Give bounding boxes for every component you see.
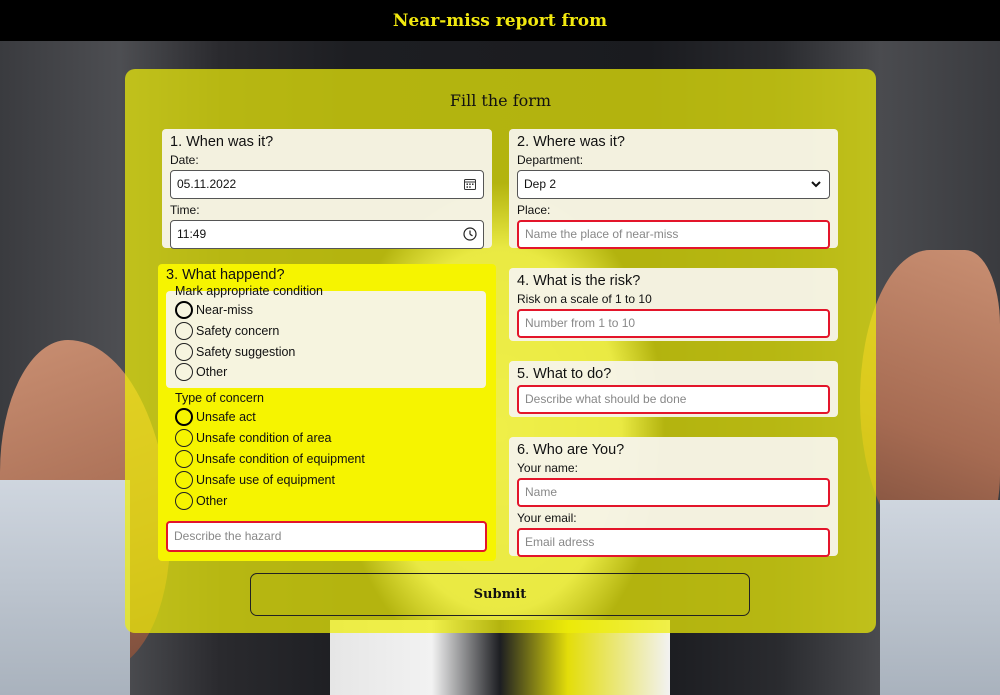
radio-label: Near-miss — [196, 303, 253, 317]
radio-option-unsafe-use[interactable]: Unsafe use of equipment — [175, 470, 335, 490]
radio-label: Safety suggestion — [196, 345, 296, 359]
place-input[interactable]: Name the place of near-miss — [517, 220, 830, 249]
radio-label: Unsafe act — [196, 410, 256, 424]
time-label: Time: — [170, 203, 200, 217]
page-header: Near-miss report from — [0, 0, 1000, 41]
submit-button[interactable]: Submit — [250, 573, 750, 616]
department-label: Department: — [517, 153, 584, 167]
hazard-placeholder: Describe the hazard — [174, 529, 282, 543]
radio-label: Unsafe condition of area — [196, 431, 332, 445]
date-label: Date: — [170, 153, 199, 167]
todo-heading: 5. What to do? — [517, 366, 612, 382]
concern-label: Type of concern — [175, 391, 264, 405]
department-select[interactable]: Dep 2 — [517, 170, 830, 199]
email-placeholder: Email adress — [525, 535, 595, 549]
who-heading: 6. Who are You? — [517, 442, 625, 458]
email-label: Your email: — [517, 511, 577, 525]
name-input[interactable]: Name — [517, 478, 830, 507]
what-happened-heading: 3. What happend? — [166, 267, 285, 283]
radio-label: Other — [196, 494, 228, 508]
radio-button[interactable] — [175, 450, 193, 468]
condition-label: Mark appropriate condition — [175, 284, 323, 298]
radio-option-near-miss[interactable]: Near-miss — [175, 300, 253, 320]
radio-label: Unsafe condition of equipment — [196, 452, 365, 466]
name-label: Your name: — [517, 461, 578, 475]
radio-option-other-condition[interactable]: Other — [175, 362, 227, 382]
when-card: 1. When was it? Date: 05.11.2022 Time: 1… — [162, 129, 492, 249]
email-input[interactable]: Email adress — [517, 528, 830, 557]
background-sleeve-right — [880, 500, 1000, 695]
radio-option-safety-suggestion[interactable]: Safety suggestion — [175, 342, 295, 362]
todo-card: 5. What to do? Describe what should be d… — [509, 361, 838, 417]
form-title: Fill the form — [449, 91, 552, 110]
radio-label: Unsafe use of equipment — [196, 473, 335, 487]
calendar-icon[interactable] — [463, 177, 477, 191]
time-input[interactable]: 11:49 — [170, 220, 484, 249]
risk-input[interactable]: Number from 1 to 10 — [517, 309, 830, 338]
page-title: Near-miss report from — [392, 10, 608, 31]
radio-button[interactable] — [175, 301, 193, 319]
date-value: 05.11.2022 — [177, 177, 237, 191]
radio-label: Safety concern — [196, 324, 280, 338]
radio-option-other-concern[interactable]: Other — [175, 491, 227, 511]
when-heading: 1. When was it? — [170, 134, 274, 150]
radio-button[interactable] — [175, 322, 193, 340]
what-happened-card: 3. What happend? Mark appropriate condit… — [158, 264, 496, 561]
radio-button[interactable] — [175, 429, 193, 447]
radio-button[interactable] — [175, 471, 193, 489]
background-sleeve-left — [0, 480, 130, 695]
hazard-input[interactable]: Describe the hazard — [166, 521, 487, 552]
date-input[interactable]: 05.11.2022 — [170, 170, 484, 199]
radio-button[interactable] — [175, 408, 193, 426]
time-value: 11:49 — [177, 227, 207, 241]
radio-button[interactable] — [175, 343, 193, 361]
risk-placeholder: Number from 1 to 10 — [525, 316, 636, 330]
chevron-down-icon — [811, 181, 821, 188]
risk-heading: 4. What is the risk? — [517, 273, 641, 289]
radio-option-unsafe-area[interactable]: Unsafe condition of area — [175, 428, 332, 448]
radio-option-unsafe-act[interactable]: Unsafe act — [175, 407, 256, 427]
where-heading: 2. Where was it? — [517, 134, 625, 150]
place-placeholder: Name the place of near-miss — [525, 227, 679, 241]
where-card: 2. Where was it? Department: Dep 2 Place… — [509, 129, 838, 249]
who-card: 6. Who are You? Your name: Name Your ema… — [509, 437, 838, 557]
risk-card: 4. What is the risk? Risk on a scale of … — [509, 268, 838, 341]
todo-placeholder: Describe what should be done — [525, 392, 687, 406]
radio-option-safety-concern[interactable]: Safety concern — [175, 321, 279, 341]
radio-label: Other — [196, 365, 228, 379]
radio-button[interactable] — [175, 363, 193, 381]
name-placeholder: Name — [525, 485, 558, 499]
place-label: Place: — [517, 203, 551, 217]
risk-scale-label: Risk on a scale of 1 to 10 — [517, 292, 652, 306]
department-value: Dep 2 — [524, 177, 557, 191]
todo-input[interactable]: Describe what should be done — [517, 385, 830, 414]
radio-option-unsafe-equipment[interactable]: Unsafe condition of equipment — [175, 449, 365, 469]
clock-icon[interactable] — [463, 227, 477, 241]
radio-button[interactable] — [175, 492, 193, 510]
